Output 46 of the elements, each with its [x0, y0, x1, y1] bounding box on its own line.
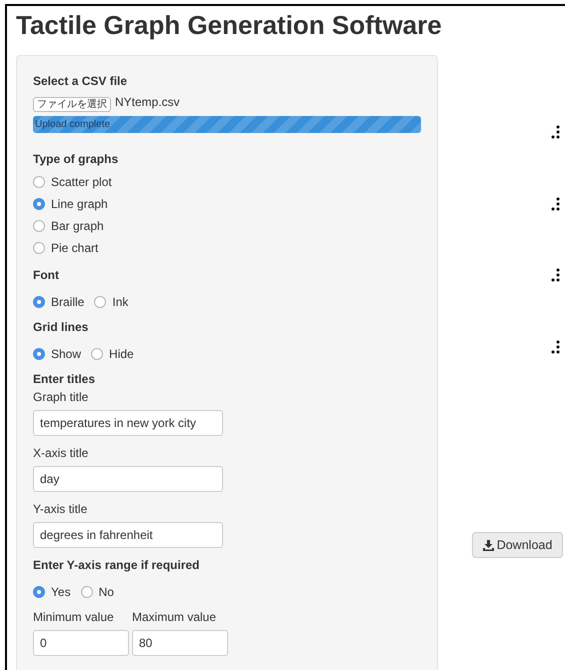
text-input[interactable]: day: [33, 466, 223, 492]
radio-button[interactable]: [91, 348, 104, 360]
section-label: Enter Y-axis range if required: [33, 558, 200, 573]
braille-dots-icon: [551, 268, 561, 282]
file-choose-button[interactable]: ファイルを選択: [33, 97, 111, 112]
section-label: Select a CSV file: [33, 74, 128, 89]
file-name: NYtemp.csv: [115, 95, 180, 109]
field-label: X-axis title: [33, 446, 88, 460]
radio-button[interactable]: [33, 198, 45, 210]
braille-dots-icon: [551, 125, 561, 139]
text-input[interactable]: temperatures in new york city: [33, 410, 223, 436]
download-icon: [482, 540, 494, 550]
option-label: Line graph: [51, 196, 108, 212]
radio-button[interactable]: [33, 586, 45, 598]
radio-button[interactable]: [80, 586, 93, 598]
progress-label: Upload complete: [34, 118, 110, 132]
option-label: Hide: [109, 346, 134, 362]
radio-button[interactable]: [94, 296, 106, 308]
radio-button[interactable]: [33, 296, 45, 308]
option-label: No: [98, 584, 114, 600]
radio-button[interactable]: [33, 220, 45, 232]
field-label: Maximum value: [132, 610, 216, 624]
section-label: Type of graphs: [33, 152, 118, 167]
braille-dots-icon: [551, 340, 561, 354]
text-input[interactable]: 0: [33, 630, 129, 656]
option-label: Yes: [51, 584, 71, 600]
field-label: Minimum value: [33, 610, 114, 624]
text-input[interactable]: degrees in fahrenheit: [33, 522, 223, 548]
option-label: Bar graph: [51, 218, 104, 234]
section-label: Grid lines: [33, 320, 88, 335]
radio-button[interactable]: [33, 242, 45, 254]
section-label: Enter titles: [33, 372, 96, 387]
section-label: Font: [33, 268, 59, 283]
text-input[interactable]: 80: [132, 630, 228, 656]
field-label: Graph title: [33, 390, 88, 404]
braille-dots-icon: [551, 197, 561, 211]
radio-button[interactable]: [33, 348, 45, 360]
field-label: Y-axis title: [33, 502, 88, 516]
page-title: Tactile Graph Generation Software: [16, 9, 442, 42]
download-button[interactable]: Download: [472, 532, 563, 558]
option-label: Pie chart: [51, 240, 98, 256]
option-label: Ink: [112, 294, 128, 310]
radio-button[interactable]: [33, 176, 45, 188]
option-label: Scatter plot: [51, 174, 112, 190]
option-label: Braille: [51, 294, 84, 310]
option-label: Show: [51, 346, 82, 362]
